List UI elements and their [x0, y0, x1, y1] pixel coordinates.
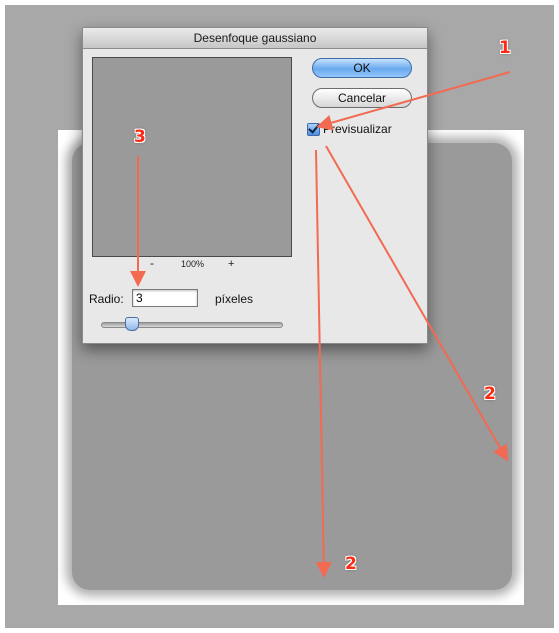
annotation-marker-2-right: 2 — [484, 384, 496, 404]
annotation-arrow-1 — [316, 71, 511, 131]
annotation-arrow-2-down — [315, 149, 332, 578]
annotation-marker-3: 3 — [134, 127, 146, 147]
annotation-marker-2-bottom: 2 — [345, 554, 357, 574]
annotation-marker-1: 1 — [499, 38, 511, 58]
annotation-overlay — [130, 71, 511, 578]
annotation-arrow-2-right — [325, 145, 508, 462]
